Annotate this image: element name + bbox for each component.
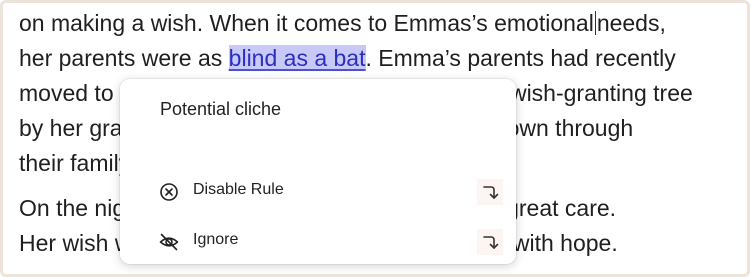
enter-arrow-icon [477,229,503,255]
disable-rule-label: Disable Rule [193,181,284,198]
text-caret [594,11,596,35]
suggestion-popup: Potential cliche Disable Rule Ignore [120,79,516,264]
circle-x-icon [158,181,180,203]
text-line: on making a wish. When it comes to Emmas… [19,6,747,41]
ignore-label: Ignore [193,231,239,248]
ignore-button[interactable]: Ignore [120,221,516,261]
popup-title: Potential cliche [160,99,282,119]
text-segment: needs, [596,10,666,36]
text-line: her parents were as blind as a bat. Emma… [19,41,747,76]
enter-arrow-icon [477,179,503,205]
text-segment: on making a wish. When it comes to Emmas… [19,10,594,36]
text-segment: her parents were as [19,45,229,71]
text-segment: . Emma’s parents had recently [365,45,676,71]
editor-frame: on making a wish. When it comes to Emmas… [0,0,750,277]
cliche-highlight[interactable]: blind as a bat [228,45,366,71]
disable-rule-button[interactable]: Disable Rule [120,171,516,211]
eye-off-icon [158,231,180,253]
